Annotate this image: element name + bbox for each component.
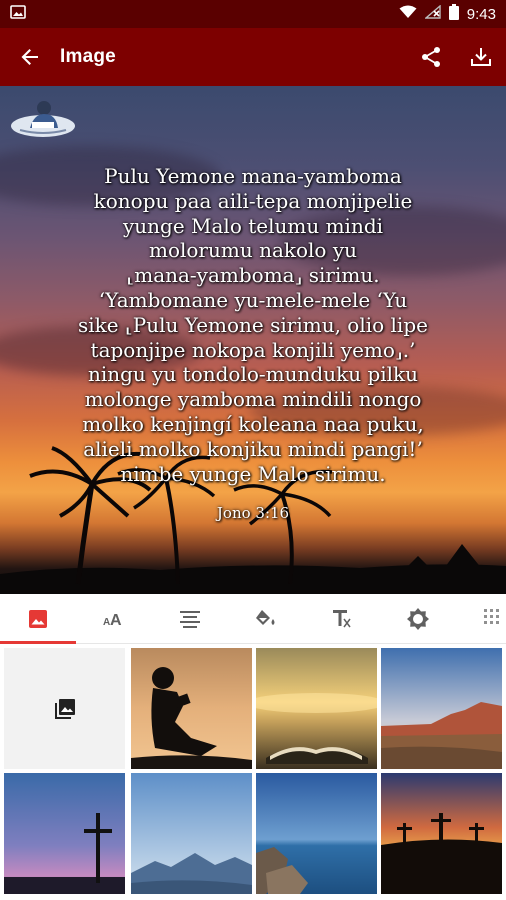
verse-text: Pulu Yemone mana-yamboma konopu paa aili… [30, 164, 476, 486]
editor-tabs: AA [0, 594, 506, 644]
pick-from-gallery-button[interactable] [4, 648, 125, 769]
verse-line: molko kenjingí koleana naa puku, [82, 411, 424, 436]
verse-line: ⸤mana-yamboma⸥ sirimu. [126, 263, 380, 288]
image-icon [29, 610, 47, 628]
tab-align[interactable] [152, 594, 228, 644]
tab-text-style[interactable] [304, 594, 380, 644]
download-button[interactable] [456, 28, 506, 86]
gallery-image-open-bible[interactable] [256, 648, 377, 769]
verse-line: konopu paa aili-tepa monjipelie [93, 188, 413, 213]
font-size-icon: AA [103, 612, 122, 628]
gallery-image-misty-mountains[interactable] [131, 773, 252, 894]
verse-line: taponjipe nokopa konjili yemo⸥.’ [90, 337, 416, 362]
wifi-icon [399, 5, 417, 23]
photo-library-icon [54, 698, 75, 719]
verse-line: sike ⸤Pulu Yemone sirimu, olio lipe [78, 312, 428, 337]
gallery-image-lake-rocks[interactable] [256, 773, 377, 894]
app-title: Image [60, 46, 116, 67]
verse-line: molorumu nakolo yu [148, 238, 358, 263]
align-text-icon [180, 611, 200, 628]
tab-background-image[interactable] [0, 594, 76, 644]
download-icon [471, 48, 491, 66]
share-icon [422, 47, 440, 67]
back-button[interactable] [0, 28, 60, 86]
verse-reference: Jono 3:16 [216, 504, 290, 522]
app-logo [10, 96, 76, 138]
tab-texture[interactable] [456, 594, 506, 644]
verse-line: nimbe yunge Malo sirimu. [120, 461, 386, 486]
verse-line: alieli molko konjiku mindi pangi!’ [83, 436, 423, 461]
verse-line: ningu yu tondolo-munduku pilku [87, 362, 419, 387]
svg-text:A: A [110, 612, 122, 628]
gallery-image-boy-reading[interactable] [131, 648, 252, 769]
status-bar: 9:43 [0, 0, 506, 28]
tab-color[interactable] [228, 594, 304, 644]
brightness-icon [407, 608, 429, 630]
tab-filter[interactable] [380, 594, 456, 644]
app-bar: Image [0, 28, 506, 86]
gallery-image-desert-mesa[interactable] [381, 648, 502, 769]
verse-line: ‘Yambomane yu-mele-mele ‘Yu [98, 287, 408, 312]
text-format-icon [333, 610, 351, 628]
texture-icon [484, 609, 499, 624]
verse-line: molonge yamboma mindili nongo [84, 387, 422, 412]
gallery-image-cross-twilight[interactable] [4, 773, 125, 894]
battery-icon [448, 4, 459, 24]
share-button[interactable] [406, 28, 456, 86]
verse-line: Pulu Yemone mana-yamboma [104, 164, 402, 188]
gallery-image-three-crosses[interactable] [381, 773, 502, 894]
no-signal-icon [423, 4, 441, 23]
verse-image-preview[interactable]: Pulu Yemone mana-yamboma konopu paa aili… [0, 86, 506, 594]
status-time: 9:43 [466, 5, 496, 23]
arrow-back-icon [21, 49, 38, 65]
paint-bucket-icon [256, 610, 275, 625]
image-notification-icon [10, 4, 26, 23]
verse-line: yunge Malo telumu mindi [122, 213, 384, 238]
background-gallery [0, 644, 506, 900]
tab-font[interactable]: AA [76, 594, 152, 644]
